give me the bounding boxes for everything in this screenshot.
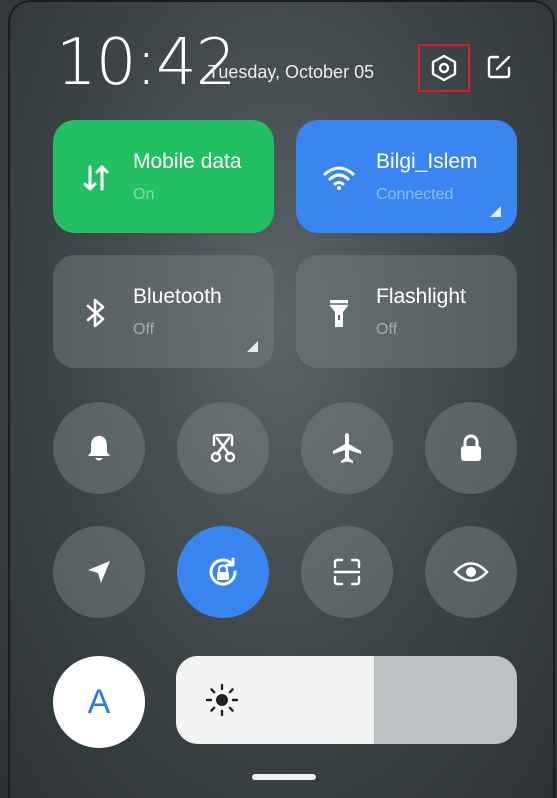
tile-subtitle: Off xyxy=(133,321,155,338)
toggle-location[interactable] xyxy=(53,526,145,618)
tile-title: Bluetooth xyxy=(133,285,222,308)
location-arrow-icon xyxy=(88,561,110,583)
bell-icon xyxy=(88,436,110,461)
eye-icon xyxy=(453,562,489,582)
tile-title: Bilgi_Islem xyxy=(376,150,478,173)
tile-wifi[interactable]: Bilgi_Islem Connected xyxy=(296,120,517,233)
tile-mobile-data[interactable]: Mobile data On xyxy=(53,120,274,233)
settings-hexagon-icon xyxy=(431,54,457,82)
scan-icon xyxy=(333,558,361,586)
edit-button[interactable] xyxy=(482,50,516,84)
toggle-reading-mode[interactable] xyxy=(425,526,517,618)
auto-brightness-label: A xyxy=(87,682,111,721)
toggle-silent[interactable] xyxy=(53,402,145,494)
toggle-screenshot[interactable] xyxy=(177,402,269,494)
tile-bluetooth[interactable]: Bluetooth Off xyxy=(53,255,274,368)
toggle-airplane[interactable] xyxy=(301,402,393,494)
screenshot-scissors-icon xyxy=(210,433,236,463)
tile-subtitle: Connected xyxy=(376,186,454,203)
sun-icon xyxy=(205,683,239,717)
airplane-icon xyxy=(333,433,361,463)
wifi-icon xyxy=(322,158,356,198)
edit-icon xyxy=(487,55,511,79)
expand-corner-icon[interactable] xyxy=(247,341,258,352)
auto-brightness-button[interactable]: A xyxy=(53,656,145,748)
tile-title: Mobile data xyxy=(133,150,242,173)
status-header: 10:42 Tuesday, October 05 xyxy=(56,20,526,100)
bluetooth-icon xyxy=(79,293,113,333)
lock-icon xyxy=(461,434,481,461)
brightness-slider[interactable] xyxy=(176,656,517,744)
tile-flashlight[interactable]: Flashlight Off xyxy=(296,255,517,368)
toggle-scanner[interactable] xyxy=(301,526,393,618)
toggle-lock[interactable] xyxy=(425,402,517,494)
date: Tuesday, October 05 xyxy=(208,62,375,82)
toggle-rotation-lock[interactable] xyxy=(177,526,269,618)
rotation-lock-icon xyxy=(209,557,237,586)
home-indicator[interactable] xyxy=(252,774,316,780)
tile-subtitle: Off xyxy=(376,321,398,338)
tile-subtitle: On xyxy=(133,186,155,203)
flashlight-icon xyxy=(322,293,356,333)
mobile-data-arrows-icon xyxy=(79,158,113,198)
settings-button[interactable] xyxy=(418,44,470,92)
expand-corner-icon[interactable] xyxy=(490,206,501,217)
tile-title: Flashlight xyxy=(376,285,466,308)
